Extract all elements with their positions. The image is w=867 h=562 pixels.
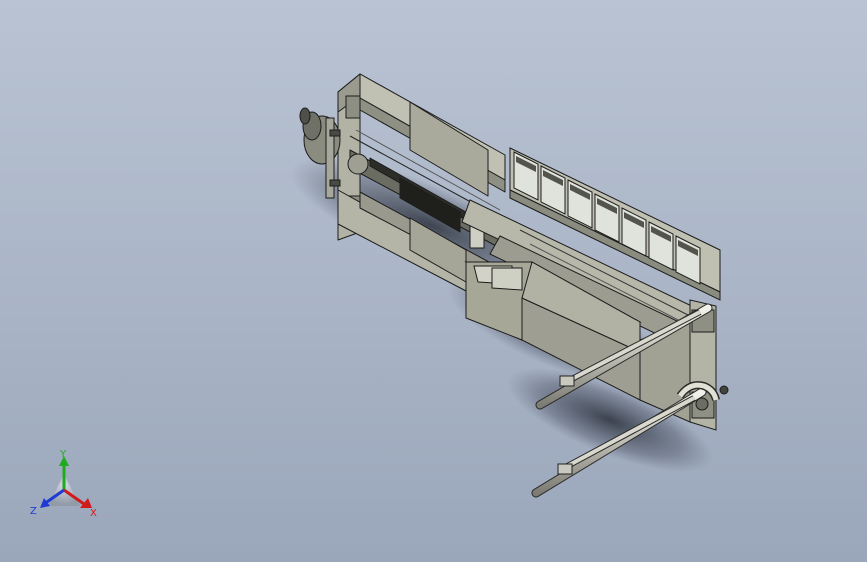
x-axis-label: X — [90, 508, 97, 519]
y-axis-label: Y — [59, 449, 67, 460]
graphics-viewport[interactable]: Y X Z — [0, 0, 867, 562]
3d-model-assembly[interactable] — [0, 0, 867, 562]
coordinate-triad: Y X Z — [30, 449, 97, 519]
z-axis-label: Z — [30, 506, 37, 517]
